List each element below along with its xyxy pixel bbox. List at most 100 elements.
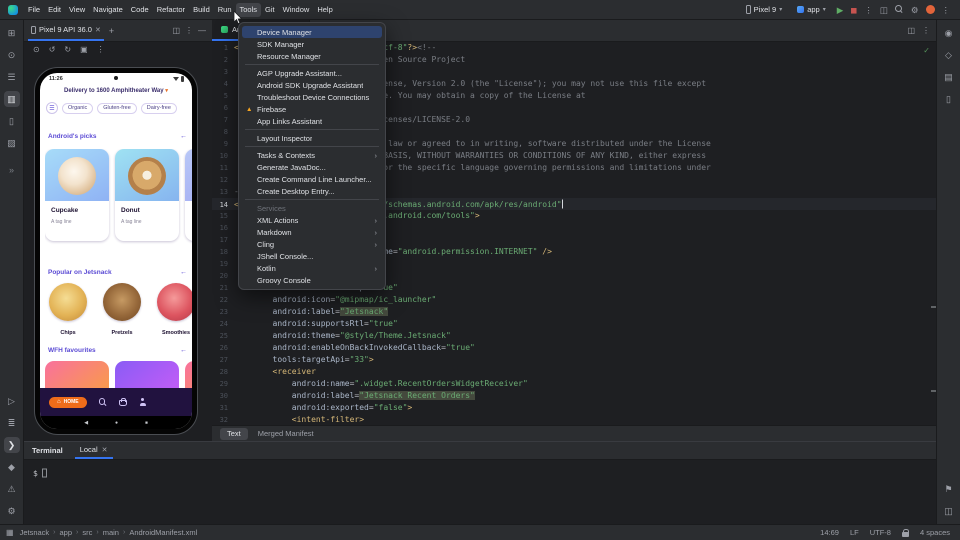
panel-options-icon[interactable]: ⋮: [185, 26, 193, 35]
more-tool-windows-icon[interactable]: »: [9, 165, 14, 175]
phone-device[interactable]: 11:26 Delivery to 1600 Amphitheater Way …: [34, 67, 198, 435]
menu-file[interactable]: File: [24, 3, 44, 17]
running-devices-icon[interactable]: ▥: [4, 91, 20, 107]
window-menu-icon[interactable]: ⋮: [942, 5, 951, 15]
close-icon[interactable]: ✕: [102, 446, 108, 454]
android-back-button[interactable]: ◀: [84, 420, 88, 426]
resource-manager-icon[interactable]: ▨: [4, 135, 20, 151]
tools-menu-item-tasks-contexts[interactable]: Tasks & Contexts›: [242, 149, 382, 161]
hide-panel-icon[interactable]: —: [198, 26, 206, 35]
tools-menu-item-generate-javadoc[interactable]: Generate JavaDoc...: [242, 161, 382, 173]
tools-menu-item-android-sdk-upgrade-assistant[interactable]: Android SDK Upgrade Assistant: [242, 79, 382, 91]
menu-git[interactable]: Git: [261, 3, 279, 17]
tools-menu-item-kotlin[interactable]: Kotlin›: [242, 262, 382, 274]
filter-chip-organic[interactable]: Organic: [62, 103, 93, 114]
device-more-icon[interactable]: ⋮: [97, 45, 105, 54]
commit-icon[interactable]: ⊙: [4, 47, 20, 63]
arrow-icon[interactable]: ←: [180, 347, 187, 354]
menu-edit[interactable]: Edit: [44, 3, 65, 17]
run-config-selector[interactable]: app▾: [793, 3, 830, 16]
close-device-tab-icon[interactable]: ✕: [95, 26, 101, 34]
tools-menu-item-layout-inspector[interactable]: Layout Inspector: [242, 132, 382, 144]
tab-text[interactable]: Text: [220, 428, 248, 440]
line-ending[interactable]: LF: [850, 528, 859, 537]
menu-navigate[interactable]: Navigate: [89, 3, 127, 17]
nav-cart-icon[interactable]: [119, 400, 127, 406]
problems-icon[interactable]: ⚠: [4, 481, 20, 497]
device-tab[interactable]: Pixel 9 API 36.0 ✕: [28, 20, 104, 41]
tab-merged-manifest[interactable]: Merged Manifest: [251, 428, 321, 440]
tools-menu-item-create-desktop-entry[interactable]: Create Desktop Entry...: [242, 185, 382, 197]
tools-menu-item-resource-manager[interactable]: Resource Manager: [242, 50, 382, 62]
tools-menu-item-cling[interactable]: Cling›: [242, 238, 382, 250]
rotate-left-icon[interactable]: ↺: [49, 45, 56, 54]
menu-build[interactable]: Build: [189, 3, 214, 17]
tools-menu-item-jshell-console[interactable]: JShell Console...: [242, 250, 382, 262]
readonly-lock-icon[interactable]: [902, 529, 909, 537]
tools-menu-item-device-manager[interactable]: Device Manager: [242, 26, 382, 38]
menu-view[interactable]: View: [65, 3, 89, 17]
add-device-button[interactable]: +: [109, 26, 114, 36]
tools-menu-item-firebase[interactable]: ▲Firebase: [242, 103, 382, 115]
bookmarks-icon[interactable]: ⚑: [941, 481, 957, 497]
breadcrumb-app[interactable]: app: [60, 528, 73, 537]
notifications-icon[interactable]: ◉: [941, 25, 957, 41]
file-encoding[interactable]: UTF-8: [870, 528, 891, 537]
stop-button-icon[interactable]: ◼: [850, 5, 857, 15]
popular-item-smoothies[interactable]: Smoothies: [156, 283, 192, 339]
terminal-tab-local[interactable]: Local ✕: [75, 442, 113, 459]
breadcrumb-androidmanifest-xml[interactable]: AndroidManifest.xml: [129, 528, 197, 537]
breadcrumb-jetsnack[interactable]: Jetsnack: [20, 528, 50, 537]
popular-item-chips[interactable]: Chips: [48, 283, 88, 339]
arrow-icon[interactable]: ←: [180, 269, 187, 276]
delivery-address[interactable]: Delivery to 1600 Amphitheater Way ▾: [40, 88, 192, 94]
nav-home-button[interactable]: ⌂ HOME: [49, 397, 87, 408]
snack-card-cupcake[interactable]: CupcakeA tag line: [45, 149, 109, 241]
terminal-tool-icon[interactable]: ❯: [4, 437, 20, 453]
structure-icon[interactable]: ☰: [4, 69, 20, 85]
search-everywhere-icon[interactable]: [895, 5, 904, 14]
snack-card-donut[interactable]: DonutA tag line: [115, 149, 179, 241]
ide-settings-icon[interactable]: ⚙: [4, 503, 20, 519]
logcat-icon[interactable]: ≣: [4, 415, 20, 431]
phone-screen[interactable]: 11:26 Delivery to 1600 Amphitheater Way …: [40, 73, 192, 429]
device-manager-icon[interactable]: ▯: [4, 113, 20, 129]
filter-chip-gluten-free[interactable]: Gluten-free: [97, 103, 137, 114]
layout-windows-icon[interactable]: ◫: [880, 5, 888, 15]
snack-card-partial[interactable]: [185, 149, 192, 241]
android-recents-button[interactable]: ■: [145, 420, 148, 425]
run-tool-icon[interactable]: ▷: [4, 393, 20, 409]
terminal-output[interactable]: $: [24, 460, 938, 478]
nav-search-icon[interactable]: [99, 398, 107, 406]
tools-menu-item-sdk-manager[interactable]: SDK Manager: [242, 38, 382, 50]
arrow-icon[interactable]: ←: [180, 133, 187, 140]
device-selector[interactable]: Pixel 9▾: [742, 3, 787, 16]
tools-menu-item-create-command-line-launcher[interactable]: Create Command Line Launcher...: [242, 173, 382, 185]
filter-button[interactable]: ☰: [46, 102, 58, 114]
tools-menu-item-app-links-assistant[interactable]: App Links Assistant: [242, 115, 382, 127]
run-button-icon[interactable]: ▶: [837, 5, 844, 15]
project-icon[interactable]: ⊞: [4, 25, 20, 41]
inspections-ok-icon[interactable]: ✓: [923, 46, 930, 55]
version-control-icon[interactable]: ◆: [4, 459, 20, 475]
tools-menu-item-markdown[interactable]: Markdown›: [242, 226, 382, 238]
popular-item-pretzels[interactable]: Pretzels: [102, 283, 142, 339]
layers-icon[interactable]: ◫: [941, 503, 957, 519]
nav-profile-icon[interactable]: [139, 398, 147, 406]
split-editor-icon[interactable]: ◫: [907, 26, 915, 35]
caret-position[interactable]: 14:69: [820, 528, 839, 537]
tools-menu-item-xml-actions[interactable]: XML Actions›: [242, 214, 382, 226]
screenshot-icon[interactable]: ▣: [80, 45, 88, 54]
android-home-button[interactable]: ●: [115, 420, 118, 426]
menu-code[interactable]: Code: [127, 3, 153, 17]
menu-help[interactable]: Help: [313, 3, 336, 17]
menu-window[interactable]: Window: [279, 3, 314, 17]
breadcrumb-src[interactable]: src: [82, 528, 92, 537]
gradle-icon[interactable]: ◇: [941, 47, 957, 63]
editor-options-icon[interactable]: ⋮: [922, 26, 930, 35]
menu-refactor[interactable]: Refactor: [153, 3, 189, 17]
tools-menu-item-groovy-console[interactable]: Groovy Console: [242, 274, 382, 286]
profile-avatar[interactable]: [926, 5, 935, 14]
device-explorer-icon[interactable]: ▤: [941, 69, 957, 85]
rotate-right-icon[interactable]: ↻: [64, 45, 71, 54]
